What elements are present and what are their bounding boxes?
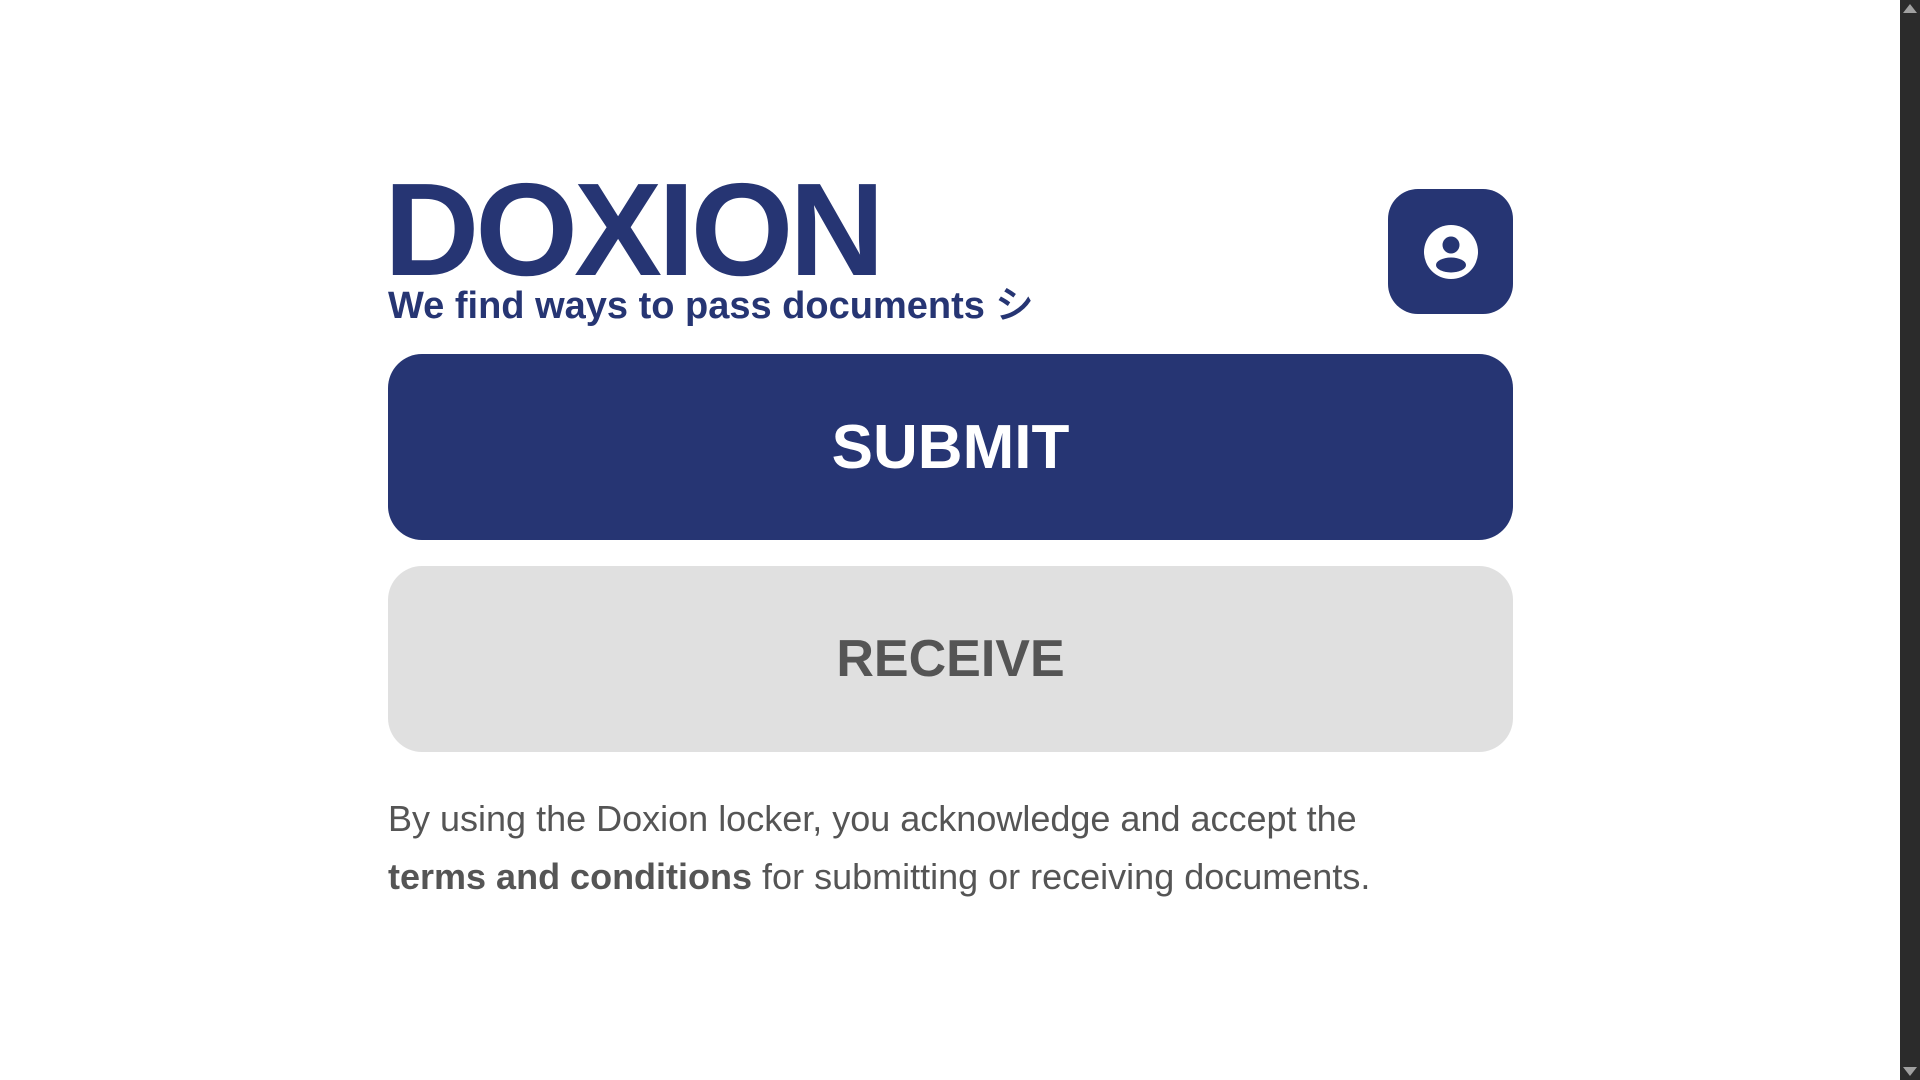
terms-suffix: for submitting or receiving documents. [752,856,1371,897]
scroll-down-arrow-icon[interactable] [1903,1067,1917,1076]
account-circle-icon [1423,224,1478,279]
scroll-up-arrow-icon[interactable] [1903,4,1917,13]
submit-button[interactable]: SUBMIT [388,354,1513,540]
header: DOXION We find ways to pass documents シ [384,160,1513,327]
main-content: DOXION We find ways to pass documents シ … [384,160,1513,897]
receive-button[interactable]: RECEIVE [388,566,1513,752]
terms-prefix: By using the Doxion locker, you acknowle… [388,798,1357,839]
terms-notice: By using the Doxion locker, you acknowle… [388,790,1513,906]
brand-tagline: We find ways to pass documents シ [388,285,1034,327]
terms-and-conditions-link[interactable]: terms and conditions [388,856,752,897]
doxion-home-page: DOXION We find ways to pass documents シ … [0,0,1920,1080]
vertical-scrollbar[interactable] [1900,0,1920,1080]
profile-button[interactable] [1388,189,1513,314]
